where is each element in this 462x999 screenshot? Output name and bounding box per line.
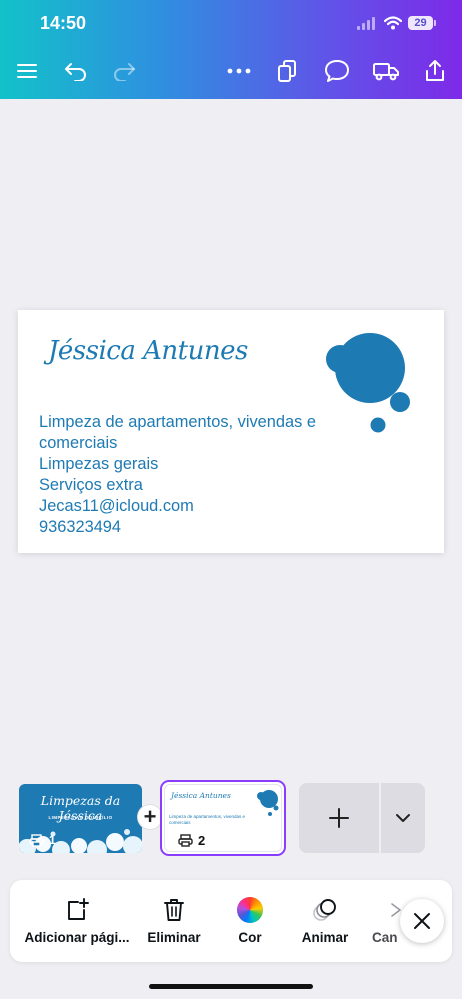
card-line: 936323494	[39, 518, 122, 536]
design-card[interactable]: Jéssica Antunes Limpeza de apartamentos,…	[18, 310, 444, 553]
print-icon	[178, 834, 193, 847]
signal-icon	[357, 17, 377, 30]
plus-icon	[329, 808, 349, 828]
delete-action[interactable]: Eliminar	[142, 880, 206, 962]
status-time: 14:50	[40, 13, 87, 33]
card-line: Serviços extra	[39, 476, 143, 494]
menu-icon[interactable]	[12, 56, 42, 86]
card-line: Limpeza de apartamentos, vivendas e	[39, 413, 316, 431]
page-number: 1	[49, 833, 56, 847]
page-thumbnail-2[interactable]: Jéssica Antunes Limpeza de apartamentos,…	[160, 780, 286, 856]
truck-icon[interactable]	[371, 56, 401, 86]
page-options-button[interactable]	[381, 783, 425, 853]
card-line: comerciais	[39, 434, 118, 452]
pages-icon[interactable]	[273, 56, 303, 86]
thumb-subtitle: LIMPEZAS AO DOMICÍLIO	[48, 815, 113, 820]
page-number: 2	[198, 833, 206, 848]
chevron-down-icon	[396, 814, 410, 822]
color-wheel-icon	[237, 896, 263, 924]
thumb-line: comerciais	[169, 820, 191, 825]
color-action[interactable]: Cor	[226, 880, 274, 962]
action-label: Eliminar	[147, 930, 201, 945]
animate-icon	[312, 896, 338, 924]
add-page-button[interactable]	[299, 783, 379, 853]
card-text-block[interactable]: Limpeza de apartamentos, vivendas e come…	[39, 412, 339, 538]
add-page-icon	[65, 896, 89, 924]
undo-icon[interactable]	[61, 56, 91, 86]
action-label: Adicionar pági...	[24, 930, 130, 945]
battery-icon: 29	[408, 16, 433, 30]
action-label: Animar	[301, 930, 349, 945]
bottom-action-bar: Adicionar pági... Eliminar Cor Animar Ca…	[10, 880, 452, 962]
comment-icon[interactable]	[322, 56, 352, 86]
action-label: Cor	[238, 930, 262, 945]
add-page-between-button[interactable]: +	[138, 805, 162, 829]
trash-icon	[163, 896, 185, 924]
wifi-icon	[384, 16, 402, 30]
animate-action[interactable]: Animar	[298, 880, 352, 962]
thumb-line: Limpeza de apartamentos, vivendas e	[169, 814, 246, 819]
bubble-graphic	[257, 790, 279, 816]
card-line: Limpezas gerais	[39, 455, 159, 473]
close-icon	[414, 913, 430, 929]
home-indicator	[149, 984, 313, 989]
share-icon[interactable]	[420, 56, 450, 86]
redo-icon[interactable]	[109, 56, 139, 86]
thumb-canvas: Jéssica Antunes Limpeza de apartamentos,…	[165, 785, 281, 851]
more-icon[interactable]	[224, 56, 254, 86]
action-label: Can	[372, 930, 398, 945]
card-name[interactable]: Jéssica Antunes	[48, 336, 248, 366]
close-button[interactable]	[400, 899, 444, 943]
page-thumbnail-1[interactable]: Limpezas da Jéssica LIMPEZAS AO DOMICÍLI…	[19, 784, 142, 853]
print-icon	[29, 834, 44, 847]
card-line: Jecas11@icloud.com	[39, 497, 194, 515]
thumb-title: Jéssica Antunes	[171, 791, 231, 800]
battery-tip	[434, 20, 436, 26]
add-page-action[interactable]: Adicionar pági...	[24, 880, 130, 962]
